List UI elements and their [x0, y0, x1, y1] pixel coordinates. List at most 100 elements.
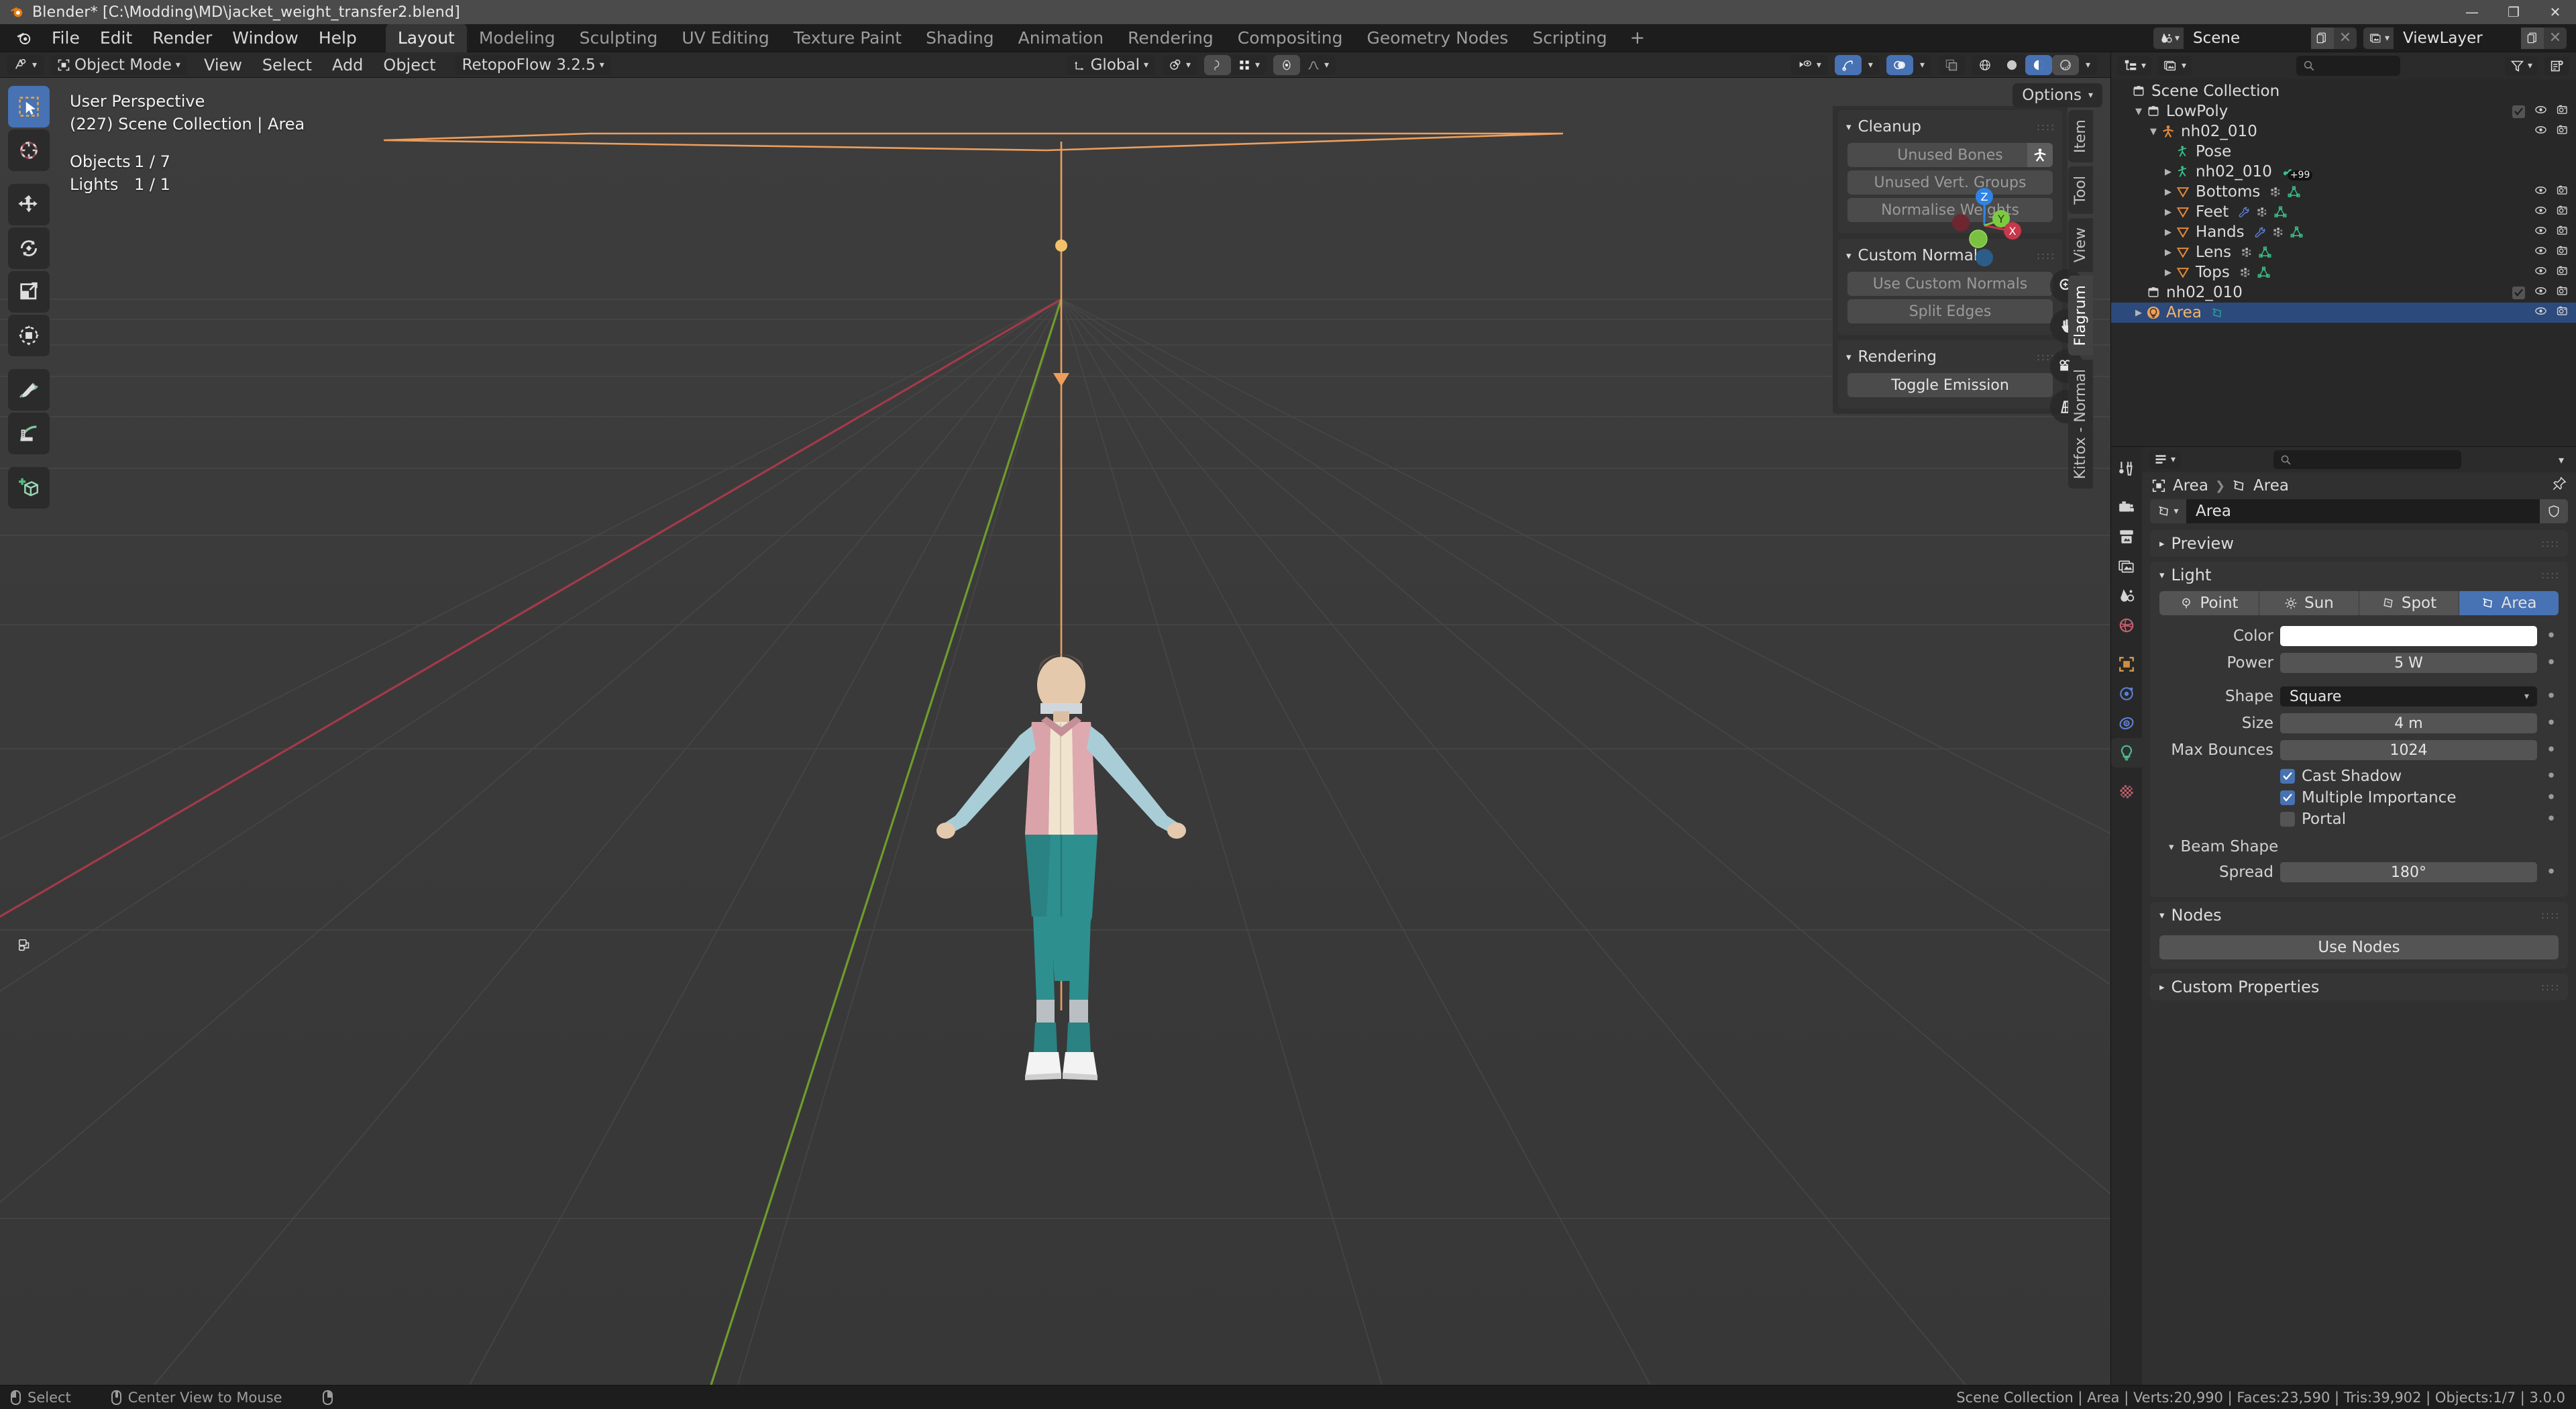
3d-viewport[interactable]: User Perspective (227) Scene Collection …: [0, 78, 2110, 1385]
minimize-button[interactable]: —: [2451, 0, 2493, 24]
tool-annotate[interactable]: [8, 369, 50, 411]
fake-user-button[interactable]: [2540, 499, 2568, 523]
animate-max-bounces-icon[interactable]: •: [2544, 741, 2559, 759]
outliner-row-area[interactable]: ▶ Area: [2111, 303, 2576, 323]
new-scene-button[interactable]: [2310, 27, 2334, 49]
workspace-tab-compositing[interactable]: Compositing: [1226, 23, 1355, 52]
disclosure-triangle-closed-icon[interactable]: ▶: [2162, 248, 2174, 258]
scene-selector[interactable]: ▾ Scene ✕: [2153, 27, 2357, 49]
animate-power-icon[interactable]: •: [2544, 654, 2559, 672]
add-workspace-button[interactable]: +: [1619, 26, 1656, 50]
unlink-scene-button[interactable]: ✕: [2333, 27, 2357, 49]
light-color-swatch[interactable]: [2280, 626, 2537, 646]
shading-mode-selector[interactable]: ▾: [1971, 54, 2098, 75]
panel-light-header[interactable]: ▾ Light ::::: [2150, 562, 2568, 588]
object-mode-button[interactable]: Object Mode ▾: [50, 55, 187, 75]
workspace-tab-layout[interactable]: Layout: [385, 23, 467, 52]
tool-tweak-select-box[interactable]: [8, 86, 50, 127]
animate-shape-icon[interactable]: •: [2544, 688, 2559, 705]
menu-window[interactable]: Window: [222, 25, 309, 50]
editor-type-3d-viewport-icon[interactable]: ▾: [7, 55, 44, 75]
panel-custom-properties[interactable]: ▸ Custom Properties ::::: [2150, 974, 2568, 1000]
disclosure-triangle-open-icon[interactable]: ▼: [2147, 127, 2159, 137]
overlay-options-dropdown[interactable]: ▾: [1913, 55, 1931, 75]
viewport-menu-select[interactable]: Select: [252, 53, 322, 77]
pivot-point-icon[interactable]: ▾: [1162, 55, 1197, 75]
visibility-selector[interactable]: ▾: [1790, 54, 1828, 75]
outliner-row-nh02-010[interactable]: nh02_010: [2111, 282, 2576, 303]
outliner-new-collection-button[interactable]: [2544, 56, 2570, 76]
wrench-icon[interactable]: [2238, 206, 2251, 219]
close-button[interactable]: ✕: [2534, 0, 2576, 24]
outliner-row-lowpoly[interactable]: ▼ LowPoly: [2111, 101, 2576, 121]
disable-in-renders-icon[interactable]: [2557, 244, 2569, 261]
disable-in-renders-icon[interactable]: [2557, 304, 2569, 321]
panel-nodes-header[interactable]: ▾ Nodes ::::: [2150, 902, 2568, 929]
cast-shadow-checkbox[interactable]: [2280, 769, 2295, 784]
light-size-value[interactable]: 4 m: [2280, 713, 2537, 733]
snapping-controls[interactable]: ▾: [1204, 54, 1267, 75]
workspace-tab-shading[interactable]: Shading: [914, 23, 1006, 52]
npanel-tab-item[interactable]: Item: [2068, 110, 2093, 163]
collection-enable-checkbox[interactable]: [2512, 286, 2525, 299]
tool-move[interactable]: [8, 184, 50, 225]
menu-edit[interactable]: Edit: [90, 25, 142, 50]
tool-scale[interactable]: [8, 271, 50, 313]
tool-add-cube[interactable]: [8, 467, 50, 509]
light-data-icon[interactable]: [2211, 307, 2224, 319]
proportional-editing-controls[interactable]: ▾: [1273, 54, 1336, 75]
npanel-cleanup-header[interactable]: ▾ Cleanup ::::: [1838, 114, 2062, 140]
falloff-type-selector[interactable]: ▾: [1300, 55, 1336, 75]
collection-enable-checkbox[interactable]: [2512, 105, 2525, 118]
properties-tab-viewlayer[interactable]: [2111, 552, 2142, 581]
viewport-options-button[interactable]: Options ▾: [2012, 83, 2102, 107]
outliner-row-bottoms[interactable]: ▶ Bottoms: [2111, 182, 2576, 202]
mesh-data-icon[interactable]: [2290, 226, 2303, 239]
overlay-controls[interactable]: ▾: [1886, 54, 1931, 75]
pin-icon[interactable]: [2552, 476, 2567, 495]
multiple-importance-checkbox[interactable]: [2280, 790, 2295, 805]
properties-tab-output[interactable]: [2111, 522, 2142, 552]
light-type-point[interactable]: Point: [2159, 591, 2259, 615]
disclosure-triangle-open-icon[interactable]: ▼: [2133, 107, 2145, 117]
hide-in-viewport-icon[interactable]: [2534, 203, 2547, 221]
menu-file[interactable]: File: [42, 25, 90, 50]
disclosure-triangle-closed-icon[interactable]: ▶: [2162, 187, 2174, 197]
disclosure-triangle-closed-icon[interactable]: ▶: [2133, 308, 2145, 318]
properties-scroll-region[interactable]: ▾ Area ▸ Preview :::: ▾ Light:::: Point…: [18, 499, 2576, 1385]
shading-options-dropdown[interactable]: ▾: [2079, 55, 2097, 75]
scene-name[interactable]: Scene: [2183, 27, 2311, 49]
tool-cursor[interactable]: [8, 129, 50, 171]
npanel-tab-tool[interactable]: Tool: [2068, 166, 2093, 214]
wrench-icon[interactable]: [2254, 226, 2267, 239]
gizmo-options-dropdown[interactable]: ▾: [1862, 55, 1880, 75]
disable-in-renders-icon[interactable]: [2557, 123, 2569, 140]
hide-in-viewport-icon[interactable]: [2534, 284, 2547, 301]
mesh-data-icon[interactable]: [2274, 206, 2287, 219]
portal-checkbox[interactable]: [2280, 812, 2295, 827]
animate-multiple-importance-icon[interactable]: •: [2544, 789, 2559, 806]
outliner-search-input[interactable]: [2296, 56, 2401, 76]
hide-in-viewport-icon[interactable]: [2534, 223, 2547, 241]
outliner-row-hands[interactable]: ▶ Hands: [2111, 222, 2576, 242]
modifier-icon[interactable]: [2256, 207, 2269, 218]
viewlayer-name[interactable]: ViewLayer: [2394, 27, 2521, 49]
gizmo-controls[interactable]: ▾: [1834, 54, 1880, 75]
outliner-row-nh02-010[interactable]: ▼ nh02_010: [2111, 121, 2576, 142]
animate-portal-icon[interactable]: •: [2544, 811, 2559, 828]
breadcrumb-light-name[interactable]: Area: [2253, 477, 2289, 494]
properties-tab-tool[interactable]: [2111, 454, 2142, 483]
menu-render[interactable]: Render: [142, 25, 222, 50]
viewlayer-selector[interactable]: ▾ ViewLayer ✕: [2363, 27, 2567, 49]
properties-tab-modifiers[interactable]: [2111, 679, 2142, 709]
npanel-tab-view[interactable]: View: [2068, 217, 2093, 272]
shading-wireframe-icon[interactable]: [1972, 55, 1998, 75]
workspace-tab-animation[interactable]: Animation: [1006, 23, 1116, 52]
modifier-icon[interactable]: [2272, 227, 2285, 238]
maximize-button[interactable]: ❐: [2493, 0, 2534, 24]
disclosure-triangle-closed-icon[interactable]: ▶: [2162, 268, 2174, 278]
snap-toggle-icon[interactable]: [1204, 54, 1232, 75]
disclosure-triangle-closed-icon[interactable]: ▶: [2162, 207, 2174, 217]
viewport-menu-object[interactable]: Object: [373, 53, 445, 77]
modifier-icon[interactable]: [2241, 247, 2253, 258]
